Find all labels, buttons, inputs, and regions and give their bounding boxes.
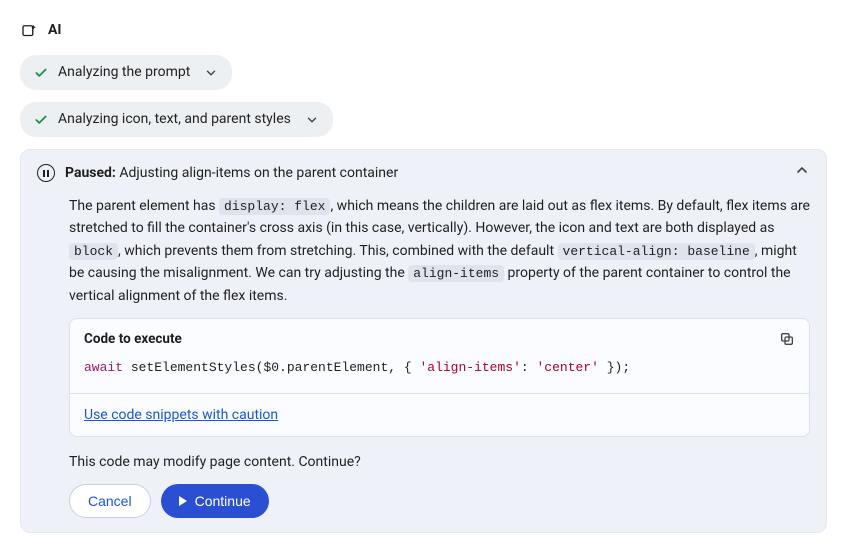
code-body: await setElementStyles($0.parentElement,… [70,354,809,393]
ai-sparkle-icon [20,22,38,40]
panel-title: Paused: Adjusting align-items on the par… [65,163,784,184]
chevron-down-icon [204,66,218,80]
code-card: Code to execute await setElementStyles($… [69,318,810,438]
status-text: Adjusting align-items on the parent cont… [119,165,398,181]
status-label: Paused: [65,165,116,181]
code-card-title: Code to execute [84,329,182,351]
ai-header: AI [20,20,827,41]
pause-icon [37,164,55,182]
check-icon [34,113,48,127]
caution-link[interactable]: Use code snippets with caution [84,407,278,423]
step-label: Analyzing icon, text, and parent styles [58,109,291,130]
copy-icon[interactable] [779,331,795,347]
continue-button[interactable]: Continue [161,484,269,518]
check-icon [34,66,48,80]
paused-step-panel: Paused: Adjusting align-items on the par… [20,149,827,533]
chevron-down-icon [305,113,319,127]
confirm-text: This code may modify page content. Conti… [69,437,810,483]
step-label: Analyzing the prompt [58,62,190,83]
code-inline: vertical-align: baseline [558,243,755,260]
step-chip-analyzing-styles[interactable]: Analyzing icon, text, and parent styles [20,102,333,137]
code-inline: display: flex [219,198,330,215]
step-chip-analyzing-prompt[interactable]: Analyzing the prompt [20,55,232,90]
play-icon [179,496,187,506]
code-inline: block [69,243,118,260]
chevron-up-icon[interactable] [794,162,810,185]
cancel-button[interactable]: Cancel [69,484,151,518]
ai-header-title: AI [48,20,62,41]
code-inline: align-items [408,265,504,282]
explanation-paragraph: The parent element has display: flex, wh… [69,195,810,308]
